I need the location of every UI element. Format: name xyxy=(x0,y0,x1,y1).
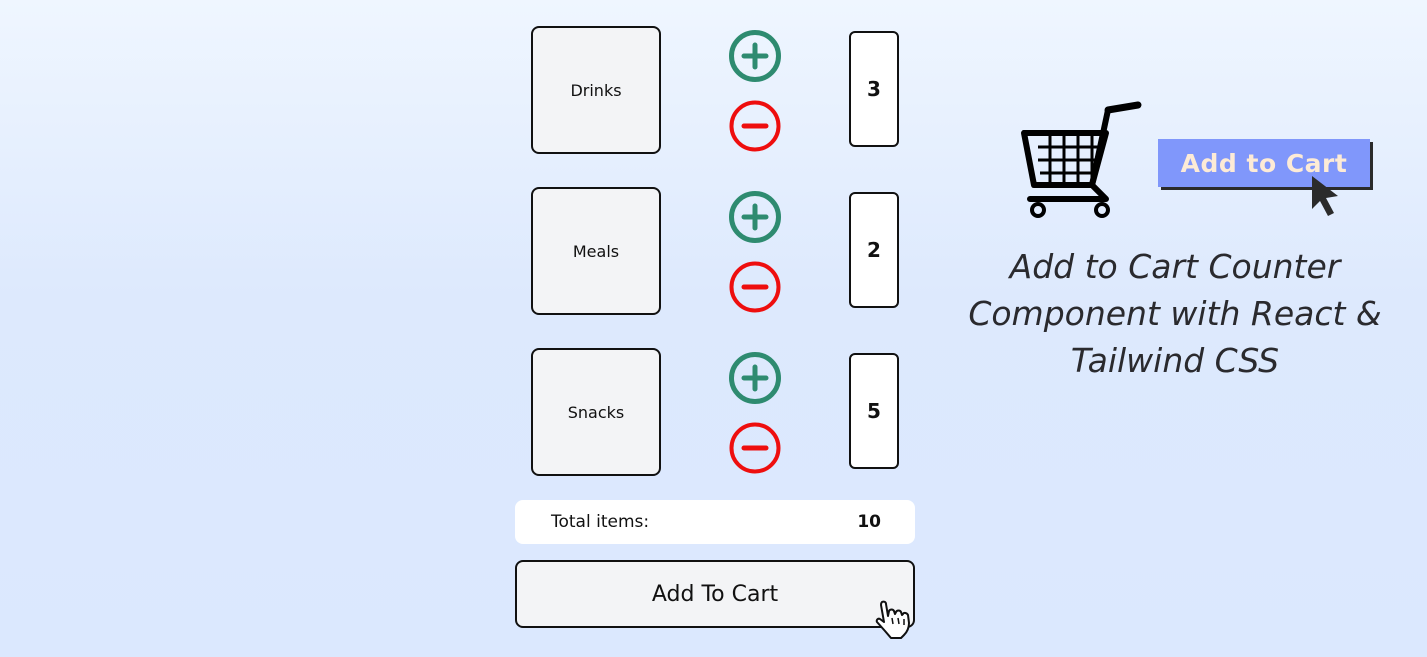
item-name: Snacks xyxy=(567,402,625,422)
item-row-snacks: Snacks 5 xyxy=(531,348,901,476)
item-name: Drinks xyxy=(570,80,622,100)
mouse-pointer-icon xyxy=(1312,176,1338,216)
promo-title: Add to Cart Counter Component with React… xyxy=(968,247,1382,380)
item-label-box: Snacks xyxy=(531,348,661,476)
shopping-cart-icon xyxy=(1021,101,1142,218)
add-to-cart-button[interactable]: Add To Cart xyxy=(515,560,915,628)
total-label: Total items: xyxy=(551,512,650,532)
plus-circle-icon[interactable] xyxy=(728,190,782,244)
hand-pointer-icon xyxy=(875,600,910,639)
total-value: 10 xyxy=(857,512,881,532)
item-count: 5 xyxy=(849,353,899,469)
item-row-drinks: Drinks 3 xyxy=(531,26,901,154)
item-count: 2 xyxy=(849,192,899,308)
plus-circle-icon[interactable] xyxy=(728,351,782,405)
item-label-box: Meals xyxy=(531,187,661,315)
item-name: Meals xyxy=(572,241,620,261)
item-label-box: Drinks xyxy=(531,26,661,154)
item-count: 3 xyxy=(849,31,899,147)
minus-circle-icon[interactable] xyxy=(728,421,782,475)
minus-circle-icon[interactable] xyxy=(728,99,782,153)
minus-circle-icon[interactable] xyxy=(728,260,782,314)
item-row-meals: Meals 2 xyxy=(531,187,901,315)
total-items-bar: Total items: 10 xyxy=(515,500,915,544)
plus-circle-icon[interactable] xyxy=(728,29,782,83)
